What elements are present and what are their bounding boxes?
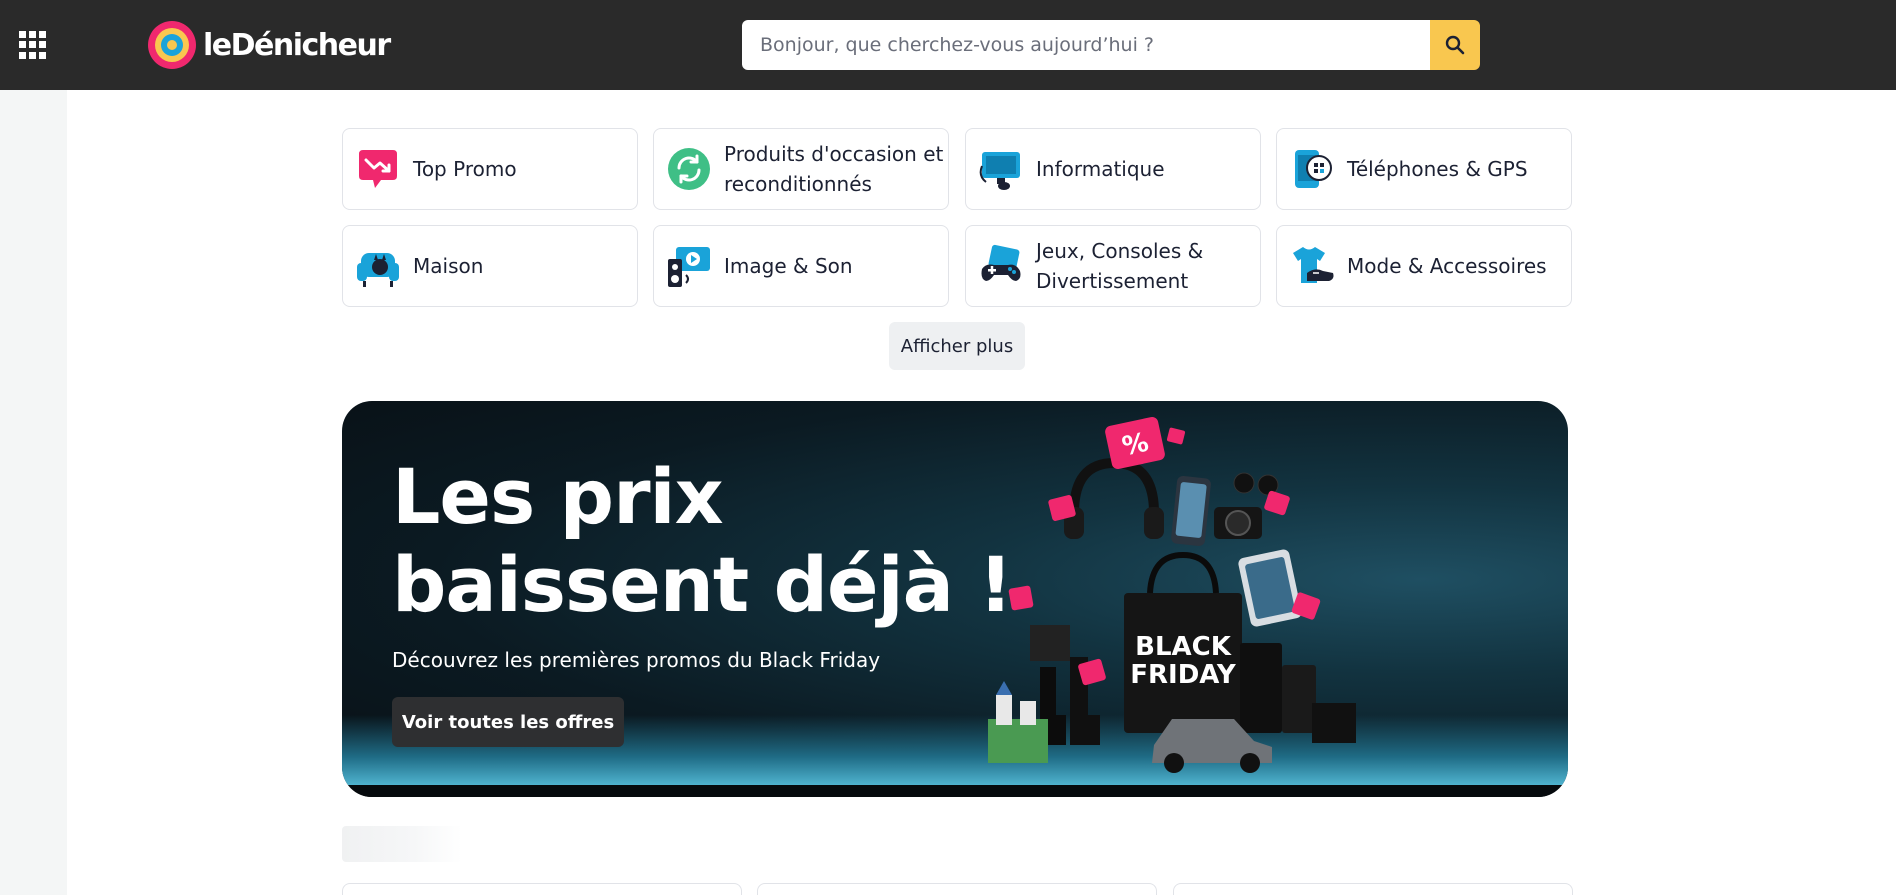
search-button[interactable] (1430, 20, 1480, 70)
category-jeux-consoles[interactable]: Jeux, Consoles & Divertissement (965, 225, 1261, 307)
black-friday-banner[interactable]: BLACK FRIDAY % Les prix baissent déjà ! … (342, 401, 1568, 797)
bag-text-black: BLACK (1135, 632, 1232, 662)
banner-bottom-edge (342, 785, 1568, 797)
banner-title: Les prix baissent déjà ! (392, 452, 1013, 629)
gamepad-icon (981, 244, 1021, 281)
black-friday-products-illustration: BLACK FRIDAY % (988, 416, 1356, 773)
phone-icon (1295, 150, 1332, 188)
category-top-promo[interactable]: Top Promo (342, 128, 638, 210)
fashion-icon (1293, 247, 1334, 283)
product-card-skeleton (1173, 883, 1573, 895)
banner-subtitle: Découvrez les premières promos du Black … (392, 648, 881, 672)
category-label: Jeux, Consoles & Divertissement (1036, 239, 1204, 293)
search-input[interactable] (742, 20, 1430, 70)
top-promo-icon (359, 150, 397, 188)
category-image-son[interactable]: Image & Son (653, 225, 949, 307)
category-label: Téléphones & GPS (1347, 157, 1528, 181)
home-armchair-icon (357, 253, 399, 287)
apps-grid-icon[interactable] (19, 31, 47, 59)
category-mode-accessoires[interactable]: Mode & Accessoires (1276, 225, 1572, 307)
show-more-button[interactable]: Afficher plus (889, 322, 1025, 370)
brand-name: leDénicheur (203, 27, 391, 63)
category-telephones-gps[interactable]: Téléphones & GPS (1276, 128, 1572, 210)
computer-icon (979, 152, 1020, 190)
refurbished-icon (668, 148, 710, 190)
category-maison[interactable]: Maison (342, 225, 638, 307)
category-informatique[interactable]: Informatique (965, 128, 1261, 210)
category-label: Produits d'occasion et reconditionnés (724, 142, 944, 196)
site-logo[interactable]: leDénicheur (147, 20, 391, 70)
see-all-offers-button[interactable]: Voir toutes les offres (392, 697, 624, 747)
top-bar: leDénicheur (0, 0, 1896, 90)
category-label: Informatique (1036, 157, 1165, 181)
search-icon (1445, 35, 1465, 55)
left-rail (0, 90, 67, 895)
product-card-skeleton (342, 883, 742, 895)
image-sound-icon (668, 247, 710, 287)
section-title-skeleton (342, 826, 462, 862)
category-refurbished[interactable]: Produits d'occasion et reconditionnés (653, 128, 949, 210)
ledenicheur-logo-icon (148, 21, 196, 69)
product-card-skeleton (757, 883, 1157, 895)
category-label: Top Promo (413, 157, 517, 181)
bag-text-friday: FRIDAY (1130, 660, 1237, 690)
search-bar (742, 20, 1480, 70)
category-label: Image & Son (724, 254, 853, 278)
category-label: Mode & Accessoires (1347, 254, 1547, 278)
category-label: Maison (413, 254, 484, 278)
